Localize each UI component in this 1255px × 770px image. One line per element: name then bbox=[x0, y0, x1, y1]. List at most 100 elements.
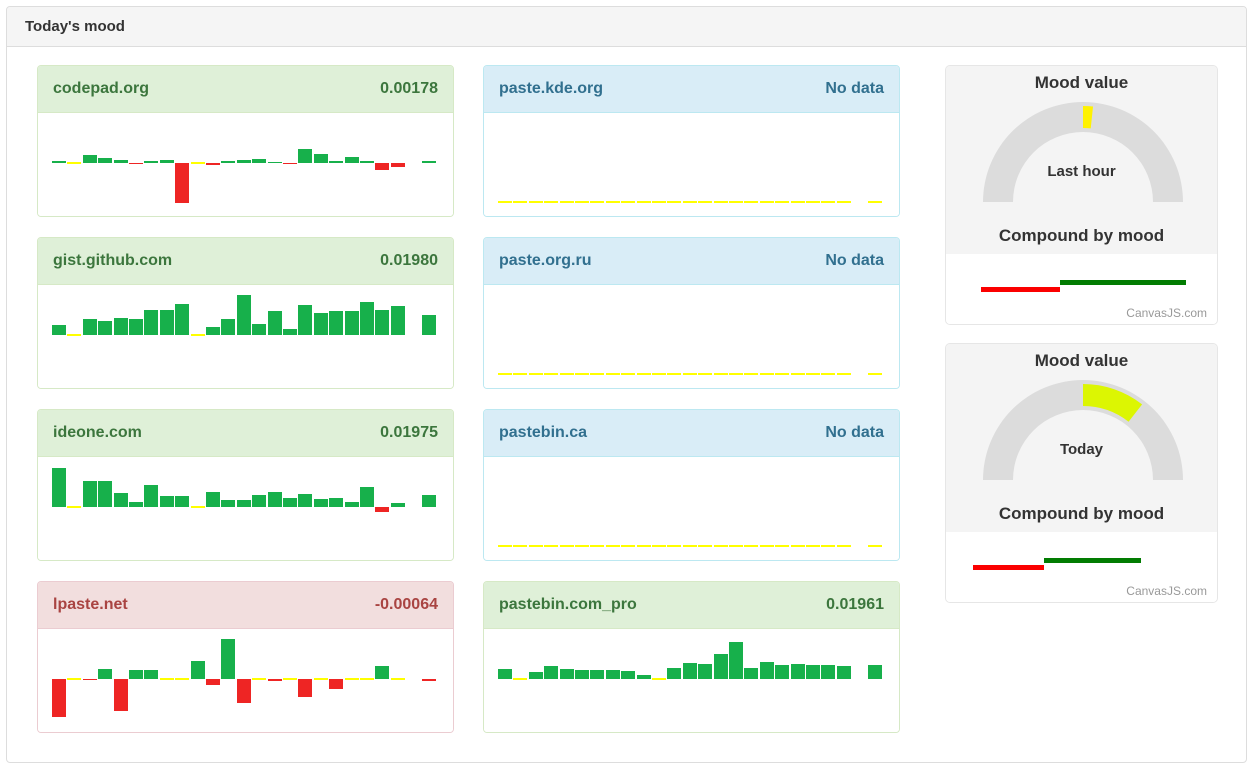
bar-positive bbox=[298, 494, 312, 507]
gauge-title: Mood value bbox=[946, 66, 1217, 93]
bar-positive bbox=[637, 675, 651, 679]
zero-dash bbox=[191, 506, 205, 508]
zero-dash bbox=[498, 201, 512, 203]
zero-dash bbox=[775, 545, 789, 547]
site-mood-chart bbox=[38, 629, 453, 733]
bar-positive bbox=[791, 664, 805, 679]
bar-positive bbox=[590, 670, 604, 679]
site-mood-value: No data bbox=[825, 80, 884, 98]
bar-positive bbox=[806, 665, 820, 679]
zero-dash bbox=[529, 373, 543, 375]
bar-positive bbox=[298, 149, 312, 163]
zero-dash bbox=[775, 373, 789, 375]
bar-positive bbox=[821, 665, 835, 679]
bar-positive bbox=[391, 306, 405, 335]
bar-positive bbox=[98, 321, 112, 335]
site-name: paste.kde.org bbox=[499, 80, 603, 98]
bar-positive bbox=[114, 160, 128, 163]
site-name: lpaste.net bbox=[53, 596, 128, 614]
zero-dash bbox=[806, 201, 820, 203]
bar-positive bbox=[683, 663, 697, 679]
bar-positive bbox=[314, 499, 328, 507]
gauge-panel: Mood value Today Compound by mood Canvas… bbox=[945, 343, 1218, 603]
bar-positive bbox=[252, 159, 266, 163]
site-mood-value: No data bbox=[825, 424, 884, 442]
bar-positive bbox=[83, 319, 97, 335]
page: Today's mood codepad.org 0.00178 gist.gi… bbox=[0, 0, 1255, 770]
site-panel: pastebin.com_pro 0.01961 bbox=[483, 581, 900, 733]
compound-negative-bar bbox=[973, 565, 1044, 570]
bar-positive bbox=[144, 485, 158, 507]
bar-positive bbox=[714, 654, 728, 679]
bar-positive bbox=[498, 669, 512, 679]
site-mood-value: -0.00064 bbox=[375, 596, 438, 614]
site-panel-header: lpaste.net -0.00064 bbox=[38, 582, 453, 629]
bar-positive bbox=[237, 295, 251, 335]
bar-positive bbox=[221, 500, 235, 507]
canvasjs-watermark-link[interactable]: CanvasJS.com bbox=[1126, 306, 1207, 320]
zero-dash bbox=[683, 373, 697, 375]
bar-positive bbox=[252, 324, 266, 335]
site-mood-value: 0.01980 bbox=[380, 252, 438, 270]
zero-dash bbox=[513, 373, 527, 375]
zero-dash bbox=[760, 373, 774, 375]
bar-positive bbox=[560, 669, 574, 679]
zero-dash bbox=[67, 334, 81, 336]
zero-dash bbox=[744, 201, 758, 203]
zero-dash bbox=[868, 373, 882, 375]
site-mood-chart bbox=[38, 457, 453, 561]
zero-dash bbox=[67, 678, 81, 680]
compound-chart-area: CanvasJS.com bbox=[946, 532, 1217, 602]
bar-positive bbox=[621, 671, 635, 679]
bar-positive bbox=[283, 498, 297, 507]
bar-positive bbox=[98, 481, 112, 507]
zero-dash bbox=[544, 373, 558, 375]
bar-negative bbox=[375, 507, 389, 512]
zero-dash bbox=[667, 545, 681, 547]
compound-positive-bar bbox=[1060, 280, 1186, 285]
bar-positive bbox=[422, 495, 436, 507]
zero-dash bbox=[160, 678, 174, 680]
zero-dash bbox=[498, 545, 512, 547]
bar-positive bbox=[191, 661, 205, 679]
site-mood-value: 0.01975 bbox=[380, 424, 438, 442]
bar-positive bbox=[206, 327, 220, 335]
gauge-chart-area: Mood value Today Compound by mood bbox=[946, 344, 1217, 532]
zero-dash bbox=[837, 201, 851, 203]
compound-by-mood-title: Compound by mood bbox=[946, 504, 1217, 524]
zero-dash bbox=[560, 373, 574, 375]
zero-dash bbox=[837, 545, 851, 547]
zero-dash bbox=[590, 373, 604, 375]
zero-dash bbox=[590, 201, 604, 203]
zero-dash bbox=[698, 545, 712, 547]
zero-dash bbox=[637, 545, 651, 547]
bar-positive bbox=[268, 311, 282, 335]
bar-positive bbox=[698, 664, 712, 679]
zero-dash bbox=[698, 201, 712, 203]
bar-positive bbox=[252, 495, 266, 507]
site-panel: lpaste.net -0.00064 bbox=[37, 581, 454, 733]
zero-dash bbox=[791, 545, 805, 547]
bar-positive bbox=[345, 502, 359, 507]
zero-dash bbox=[652, 373, 666, 375]
zero-dash bbox=[513, 201, 527, 203]
site-mood-chart bbox=[38, 285, 453, 389]
bar-positive bbox=[114, 318, 128, 335]
zero-dash bbox=[744, 545, 758, 547]
bar-positive bbox=[221, 161, 235, 163]
canvasjs-watermark-link[interactable]: CanvasJS.com bbox=[1126, 584, 1207, 598]
compound-positive-bar bbox=[1044, 558, 1141, 563]
mood-dashboard-panel: Today's mood codepad.org 0.00178 gist.gi… bbox=[6, 6, 1247, 763]
site-mood-chart bbox=[484, 113, 899, 217]
zero-dash bbox=[714, 201, 728, 203]
bar-positive bbox=[144, 670, 158, 679]
bar-positive bbox=[83, 155, 97, 163]
site-name: pastebin.com_pro bbox=[499, 596, 637, 614]
site-name: codepad.org bbox=[53, 80, 149, 98]
bar-positive bbox=[667, 668, 681, 679]
zero-dash bbox=[606, 373, 620, 375]
zero-dash bbox=[821, 373, 835, 375]
zero-dash bbox=[67, 506, 81, 508]
bar-positive bbox=[268, 492, 282, 507]
zero-dash bbox=[252, 678, 266, 680]
